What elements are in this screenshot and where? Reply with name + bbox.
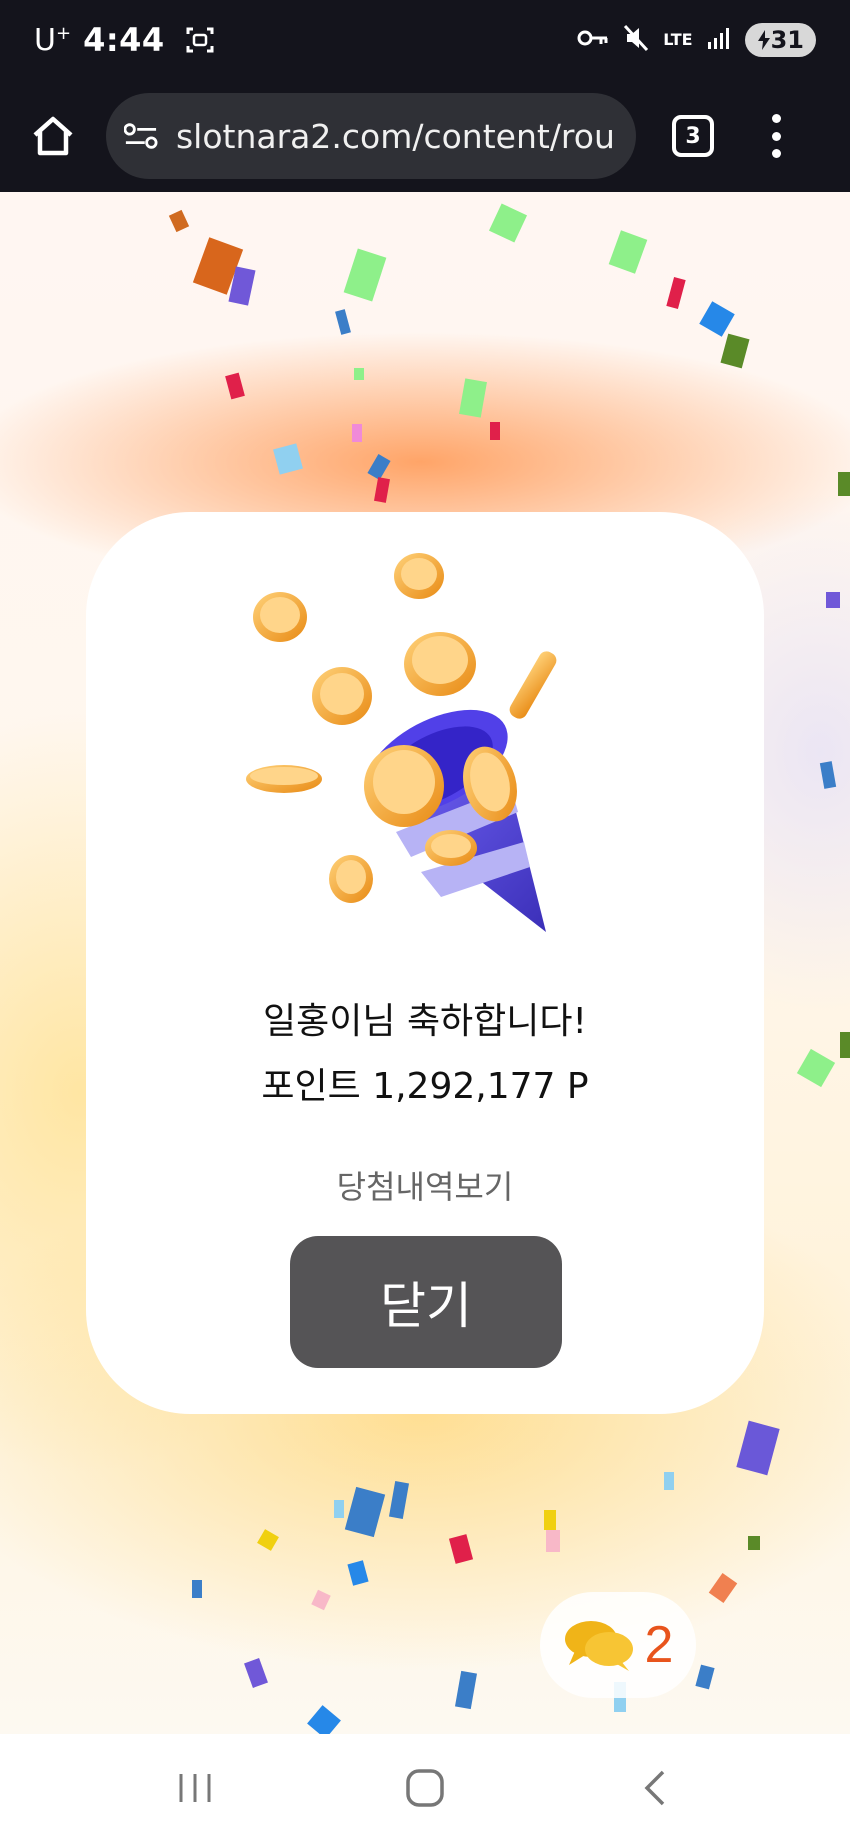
- back-icon: [644, 1770, 665, 1806]
- carrier-label: U+: [34, 22, 72, 58]
- battery-indicator: 31: [744, 23, 816, 57]
- chat-button[interactable]: 2: [540, 1592, 696, 1698]
- status-time: 4:44: [83, 21, 165, 59]
- chat-unread-count: 2: [644, 1616, 674, 1674]
- home-icon: [33, 116, 73, 156]
- recents-button[interactable]: [155, 1758, 235, 1818]
- points-text: 포인트 1,292,177 P: [261, 1066, 589, 1107]
- system-nav-bar: [0, 1734, 850, 1842]
- more-vert-icon[interactable]: [766, 108, 786, 164]
- battery-level: 31: [770, 26, 804, 54]
- status-bar: U+ 4:44 LTE 31: [0, 0, 850, 80]
- mute-icon: [623, 24, 649, 56]
- congrats-message: 일홍이님 축하합니다!: [263, 1001, 587, 1042]
- signal-icon: [707, 26, 731, 54]
- site-settings-icon[interactable]: [124, 121, 158, 151]
- tab-count: 3: [685, 123, 701, 149]
- nav-home-button[interactable]: [385, 1758, 465, 1818]
- close-button[interactable]: 닫기: [290, 1236, 562, 1368]
- url-text: slotnara2.com/content/roule: [175, 116, 618, 156]
- tab-switcher-button[interactable]: 3: [672, 115, 714, 157]
- recents-icon: [179, 1774, 211, 1802]
- winning-history-link[interactable]: 당첨내역보기: [86, 1162, 764, 1208]
- lte-icon: LTE: [663, 30, 693, 49]
- home-button[interactable]: [24, 107, 82, 165]
- page-content: 일홍이님 축하합니다! 포인트 1,292,177 P 당첨내역보기 닫기 2: [0, 192, 850, 1734]
- reward-modal: 일홍이님 축하합니다! 포인트 1,292,177 P 당첨내역보기 닫기: [86, 512, 764, 1414]
- status-icons: LTE 31: [577, 23, 816, 57]
- vpn-key-icon: [577, 28, 609, 52]
- party-popper-coins-icon: [246, 553, 557, 932]
- back-button[interactable]: [615, 1758, 695, 1818]
- nav-home-icon: [406, 1769, 444, 1807]
- browser-toolbar: slotnara2.com/content/roule 3: [0, 80, 850, 192]
- charging-icon: [757, 30, 770, 50]
- chat-bubbles-icon: [564, 1621, 633, 1671]
- address-bar[interactable]: slotnara2.com/content/roule: [106, 93, 636, 179]
- screenshot-icon: [185, 25, 215, 55]
